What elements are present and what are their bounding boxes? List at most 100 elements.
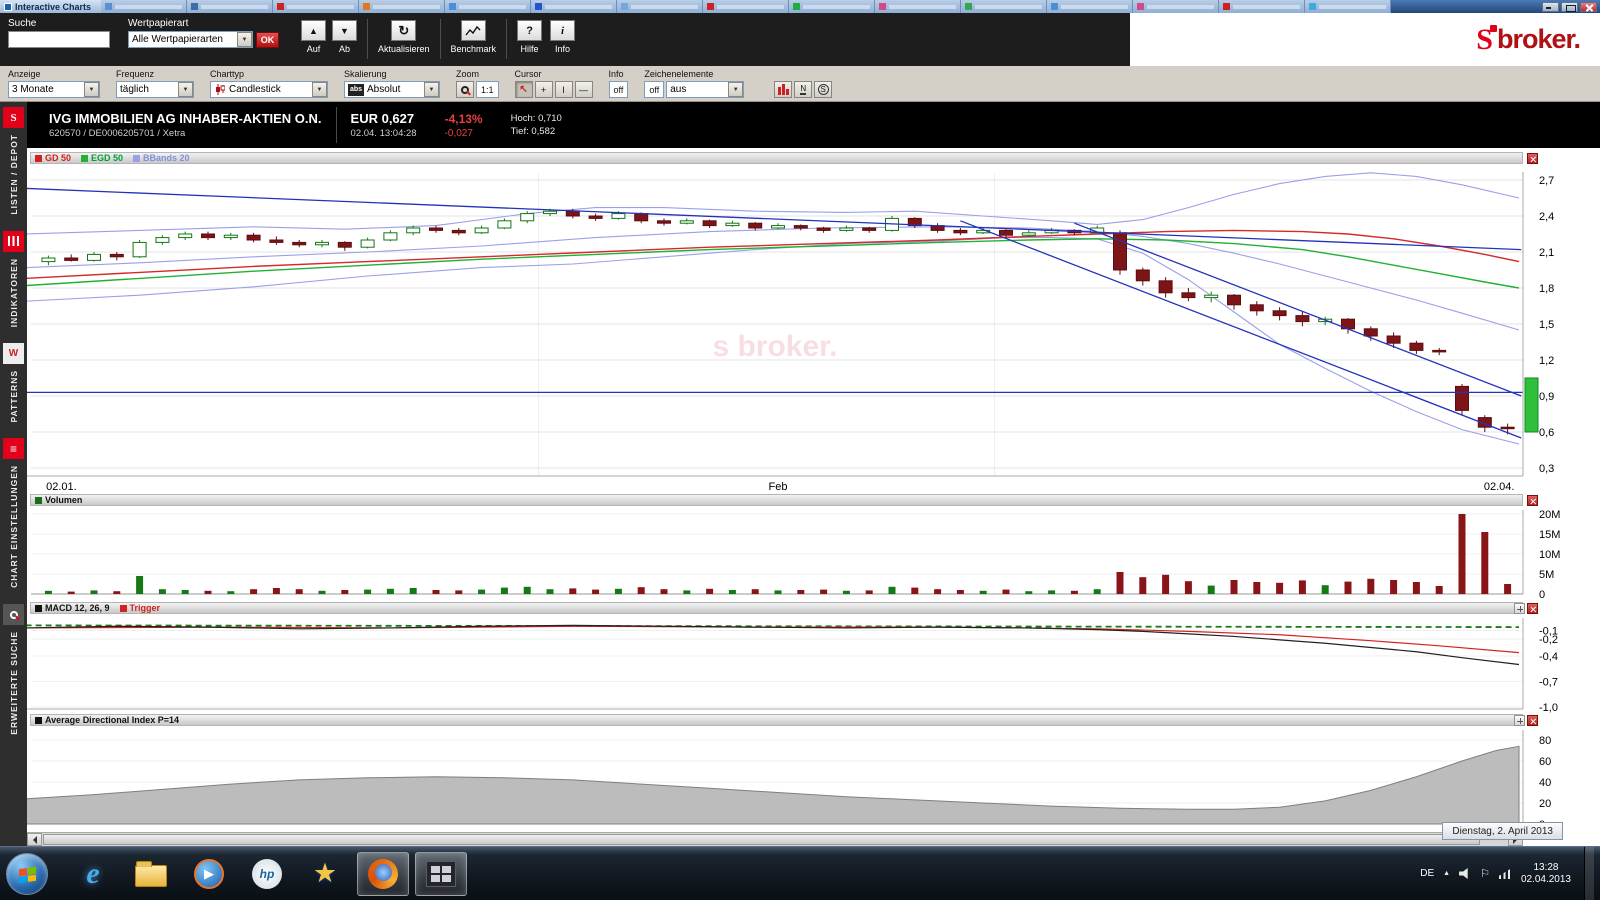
detach-panel-icon[interactable]: [1514, 715, 1525, 726]
maximize-icon[interactable]: [1561, 2, 1578, 12]
detach-panel-icon[interactable]: [1514, 603, 1525, 614]
browser-tab[interactable]: [187, 0, 273, 13]
start-button[interactable]: [6, 853, 48, 895]
browser-tab[interactable]: [961, 0, 1047, 13]
tray-expand-icon[interactable]: ▲: [1443, 870, 1450, 877]
browser-tab[interactable]: [789, 0, 875, 13]
minimize-icon[interactable]: [1542, 2, 1559, 12]
sidebar-item-advanced-search[interactable]: ERWEITERTE SUCHE: [3, 604, 24, 735]
benchmark-button[interactable]: [461, 20, 486, 41]
chevron-down-icon[interactable]: ▼: [84, 82, 99, 97]
taskbar-ie-button[interactable]: e: [67, 852, 119, 896]
scroll-up-button[interactable]: ▲: [301, 20, 326, 41]
info-button[interactable]: i: [550, 20, 575, 41]
candlestick-chart[interactable]: 2,72,42,11,81,51,20,90,60,3s broker.02.0…: [27, 164, 1600, 494]
chevron-down-icon[interactable]: ▼: [728, 82, 743, 97]
chevron-down-icon[interactable]: ▼: [424, 82, 439, 97]
chart-horizontal-scrollbar[interactable]: [27, 832, 1523, 846]
taskbar-hp-button[interactable]: hp: [241, 852, 293, 896]
scrollbar-thumb[interactable]: [43, 834, 1480, 845]
cursor-hline-button[interactable]: —: [575, 81, 593, 98]
cursor-pointer-button[interactable]: ↖: [515, 81, 533, 98]
indicator-window-button[interactable]: [774, 81, 792, 98]
left-sidebar: SLISTEN / DEPOT INDIKATOREN WPATTERNS ≡CHAR…: [0, 102, 27, 846]
scrollbar-track[interactable]: [42, 833, 1508, 846]
price-chart-header[interactable]: GD 50 EGD 50 BBands 20: [30, 152, 1523, 164]
browser-tab[interactable]: [531, 0, 617, 13]
speaker-icon[interactable]: [1459, 868, 1471, 879]
zoom-button[interactable]: [456, 81, 474, 98]
sidebar-item-sparkasse[interactable]: SLISTEN / DEPOT: [3, 107, 24, 215]
chart-type-label: Charttyp: [210, 69, 328, 79]
zoom-ratio[interactable]: 1:1: [476, 81, 499, 98]
browser-tab[interactable]: [1219, 0, 1305, 13]
show-desktop-button[interactable]: [1584, 847, 1594, 900]
browser-tab[interactable]: [1133, 0, 1219, 13]
drawing-elements-select[interactable]: aus ▼: [666, 81, 744, 98]
display-range-label: Anzeige: [8, 69, 100, 79]
info-toggle[interactable]: off: [609, 81, 629, 98]
ok-button[interactable]: OK: [256, 32, 279, 48]
refresh-button[interactable]: ↻: [391, 20, 416, 41]
scaling-select[interactable]: abs Absolut ▼: [344, 81, 440, 98]
adx-chart[interactable]: 806040200: [27, 726, 1600, 831]
drawing-toggle[interactable]: off: [644, 81, 664, 98]
close-panel-icon[interactable]: [1527, 153, 1538, 164]
taskbar-explorer-button[interactable]: [125, 852, 177, 896]
chart-type-select[interactable]: Candlestick ▼: [210, 81, 328, 98]
help-button[interactable]: ?: [517, 20, 542, 41]
chevron-down-icon[interactable]: ▼: [178, 82, 193, 97]
news-button[interactable]: N: [794, 81, 812, 98]
security-type-select[interactable]: Alle Wertpapierarten ▼: [128, 31, 253, 48]
close-panel-icon[interactable]: [1527, 495, 1538, 506]
close-panel-icon[interactable]: [1527, 715, 1538, 726]
svg-text:Feb: Feb: [769, 481, 788, 493]
taskbar-clock[interactable]: 13:28 02.04.2013: [1521, 862, 1571, 886]
svg-text:2,1: 2,1: [1539, 247, 1554, 259]
browser-tab[interactable]: [875, 0, 961, 13]
macd-header[interactable]: MACD 12, 26, 9 Trigger: [30, 602, 1523, 614]
volume-header[interactable]: Volumen: [30, 494, 1523, 506]
action-center-flag-icon[interactable]: ⚐: [1480, 867, 1490, 880]
browser-tab[interactable]: [703, 0, 789, 13]
taskbar-mediaplayer-button[interactable]: ▶: [183, 852, 235, 896]
cursor-crosshair-button[interactable]: +: [535, 81, 553, 98]
search-input[interactable]: [8, 31, 110, 48]
system-tray: DE ▲ ⚐ 13:28 02.04.2013: [1420, 847, 1600, 900]
macd-chart[interactable]: -0,1-0,2-0,4-0,7-1,0: [27, 614, 1600, 713]
volume-chart[interactable]: 20M15M10M5M0: [27, 506, 1600, 601]
browser-tab[interactable]: [1047, 0, 1133, 13]
cursor-vline-button[interactable]: I: [555, 81, 573, 98]
browser-tab[interactable]: [1305, 0, 1391, 13]
settings-button[interactable]: S: [814, 81, 832, 98]
browser-tab[interactable]: [101, 0, 187, 13]
sidebar-item-patterns[interactable]: WPATTERNS: [3, 343, 24, 423]
close-panel-icon[interactable]: [1527, 603, 1538, 614]
frequency-select[interactable]: täglich ▼: [116, 81, 194, 98]
scroll-left-icon[interactable]: [27, 833, 42, 846]
taskbar-favorites-button[interactable]: ★: [299, 852, 351, 896]
tab-title: [545, 5, 612, 9]
chevron-down-icon[interactable]: ▼: [312, 82, 327, 97]
tab-title: [631, 5, 698, 9]
candle: [1387, 336, 1400, 343]
chevron-down-icon[interactable]: ▼: [237, 32, 252, 47]
browser-tab[interactable]: [273, 0, 359, 13]
display-range-select[interactable]: 3 Monate ▼: [8, 81, 100, 98]
close-window-icon[interactable]: [1580, 2, 1597, 12]
window-title-segment[interactable]: Interactive Charts: [0, 0, 101, 13]
browser-tab[interactable]: [445, 0, 531, 13]
sidebar-item-indicators[interactable]: INDIKATOREN: [3, 231, 24, 327]
language-indicator[interactable]: DE: [1420, 868, 1434, 879]
candle: [1410, 343, 1423, 350]
taskbar-firefox-button[interactable]: [357, 852, 409, 896]
adx-header[interactable]: Average Directional Index P=14: [30, 714, 1523, 726]
taskbar-chart-app-button[interactable]: [415, 852, 467, 896]
network-signal-icon[interactable]: [1499, 868, 1512, 879]
scroll-down-button[interactable]: ▼: [332, 20, 357, 41]
browser-tab[interactable]: [617, 0, 703, 13]
sidebar-item-chart-settings[interactable]: ≡CHART EINSTELLUNGEN: [3, 438, 24, 588]
tab-title: [1147, 5, 1214, 9]
scaling-label: Skalierung: [344, 69, 440, 79]
browser-tab[interactable]: [359, 0, 445, 13]
